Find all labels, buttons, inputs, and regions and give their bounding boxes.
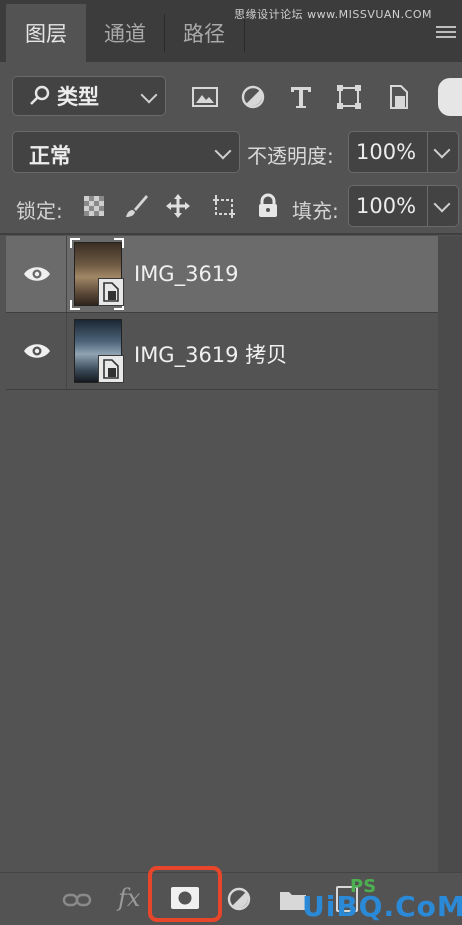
- list-scroll-gutter[interactable]: [438, 236, 462, 872]
- opacity-input[interactable]: 100%: [348, 131, 428, 173]
- tab-channels[interactable]: 通道: [86, 4, 164, 62]
- type-filter-icon[interactable]: [286, 82, 316, 112]
- visibility-toggle[interactable]: [6, 236, 67, 312]
- selection-corner: [114, 238, 124, 248]
- panel-tab-bar: 图层 通道 路径 思缘设计论坛 www.MISSVUAN.COM: [0, 0, 462, 62]
- lock-image-pixels-brush-icon[interactable]: [122, 192, 150, 220]
- smart-object-filter-icon[interactable]: [383, 82, 413, 112]
- add-layer-mask-icon[interactable]: [170, 886, 200, 910]
- opacity-label: 不透明度:: [247, 144, 334, 168]
- lock-all-padlock-icon[interactable]: [254, 192, 282, 220]
- adjustment-filter-icon[interactable]: [238, 82, 268, 112]
- layers-list: IMG_3619 IMG_3619 拷贝: [6, 236, 438, 393]
- lock-position-move-icon[interactable]: [164, 192, 192, 220]
- layer-name[interactable]: IMG_3619: [134, 262, 239, 286]
- panel-menu-icon[interactable]: [436, 26, 456, 40]
- tab-paths[interactable]: 路径: [164, 4, 244, 62]
- blend-mode-select[interactable]: 正常: [12, 131, 240, 173]
- chevron-down-icon: [433, 141, 451, 159]
- eye-icon: [24, 267, 50, 281]
- image-filter-icon[interactable]: [190, 82, 220, 112]
- divider: [0, 233, 462, 235]
- eye-icon: [24, 344, 50, 358]
- blend-mode-value: 正常: [29, 144, 71, 168]
- filter-toggle-switch[interactable]: [438, 78, 462, 116]
- site-logo-text: UiBQ.CoM: [302, 890, 462, 923]
- lock-transparent-pixels-icon[interactable]: [80, 192, 108, 220]
- search-icon: [30, 85, 50, 105]
- layer-row[interactable]: IMG_3619: [6, 236, 438, 313]
- lock-artboard-icon[interactable]: [210, 192, 238, 220]
- filter-kind-select[interactable]: 类型: [12, 76, 166, 116]
- link-layers-icon[interactable]: [62, 888, 92, 912]
- chevron-down-icon: [433, 195, 451, 213]
- smart-object-badge-icon: [98, 355, 124, 383]
- fill-dropdown-button[interactable]: [427, 185, 459, 227]
- fill-label: 填充:: [292, 199, 339, 223]
- opacity-dropdown-button[interactable]: [427, 131, 459, 173]
- filter-kind-label: 类型: [57, 85, 99, 109]
- selection-corner: [70, 238, 80, 248]
- visibility-toggle[interactable]: [6, 313, 67, 389]
- shape-filter-icon[interactable]: [334, 82, 364, 112]
- smart-object-badge-icon: [98, 278, 124, 306]
- fill-input[interactable]: 100%: [348, 185, 428, 227]
- fx-layer-style-button[interactable]: fx: [118, 884, 140, 912]
- tab-layers[interactable]: 图层: [6, 4, 86, 62]
- watermark-text: 思缘设计论坛 www.MISSVUAN.COM: [234, 8, 432, 21]
- selection-corner: [70, 300, 80, 310]
- lock-label: 锁定:: [16, 199, 63, 223]
- layer-name[interactable]: IMG_3619 拷贝: [134, 339, 287, 369]
- new-adjustment-layer-icon[interactable]: [226, 886, 252, 912]
- layer-row[interactable]: IMG_3619 拷贝: [6, 313, 438, 390]
- chevron-down-icon: [140, 86, 158, 104]
- chevron-down-icon: [214, 142, 232, 160]
